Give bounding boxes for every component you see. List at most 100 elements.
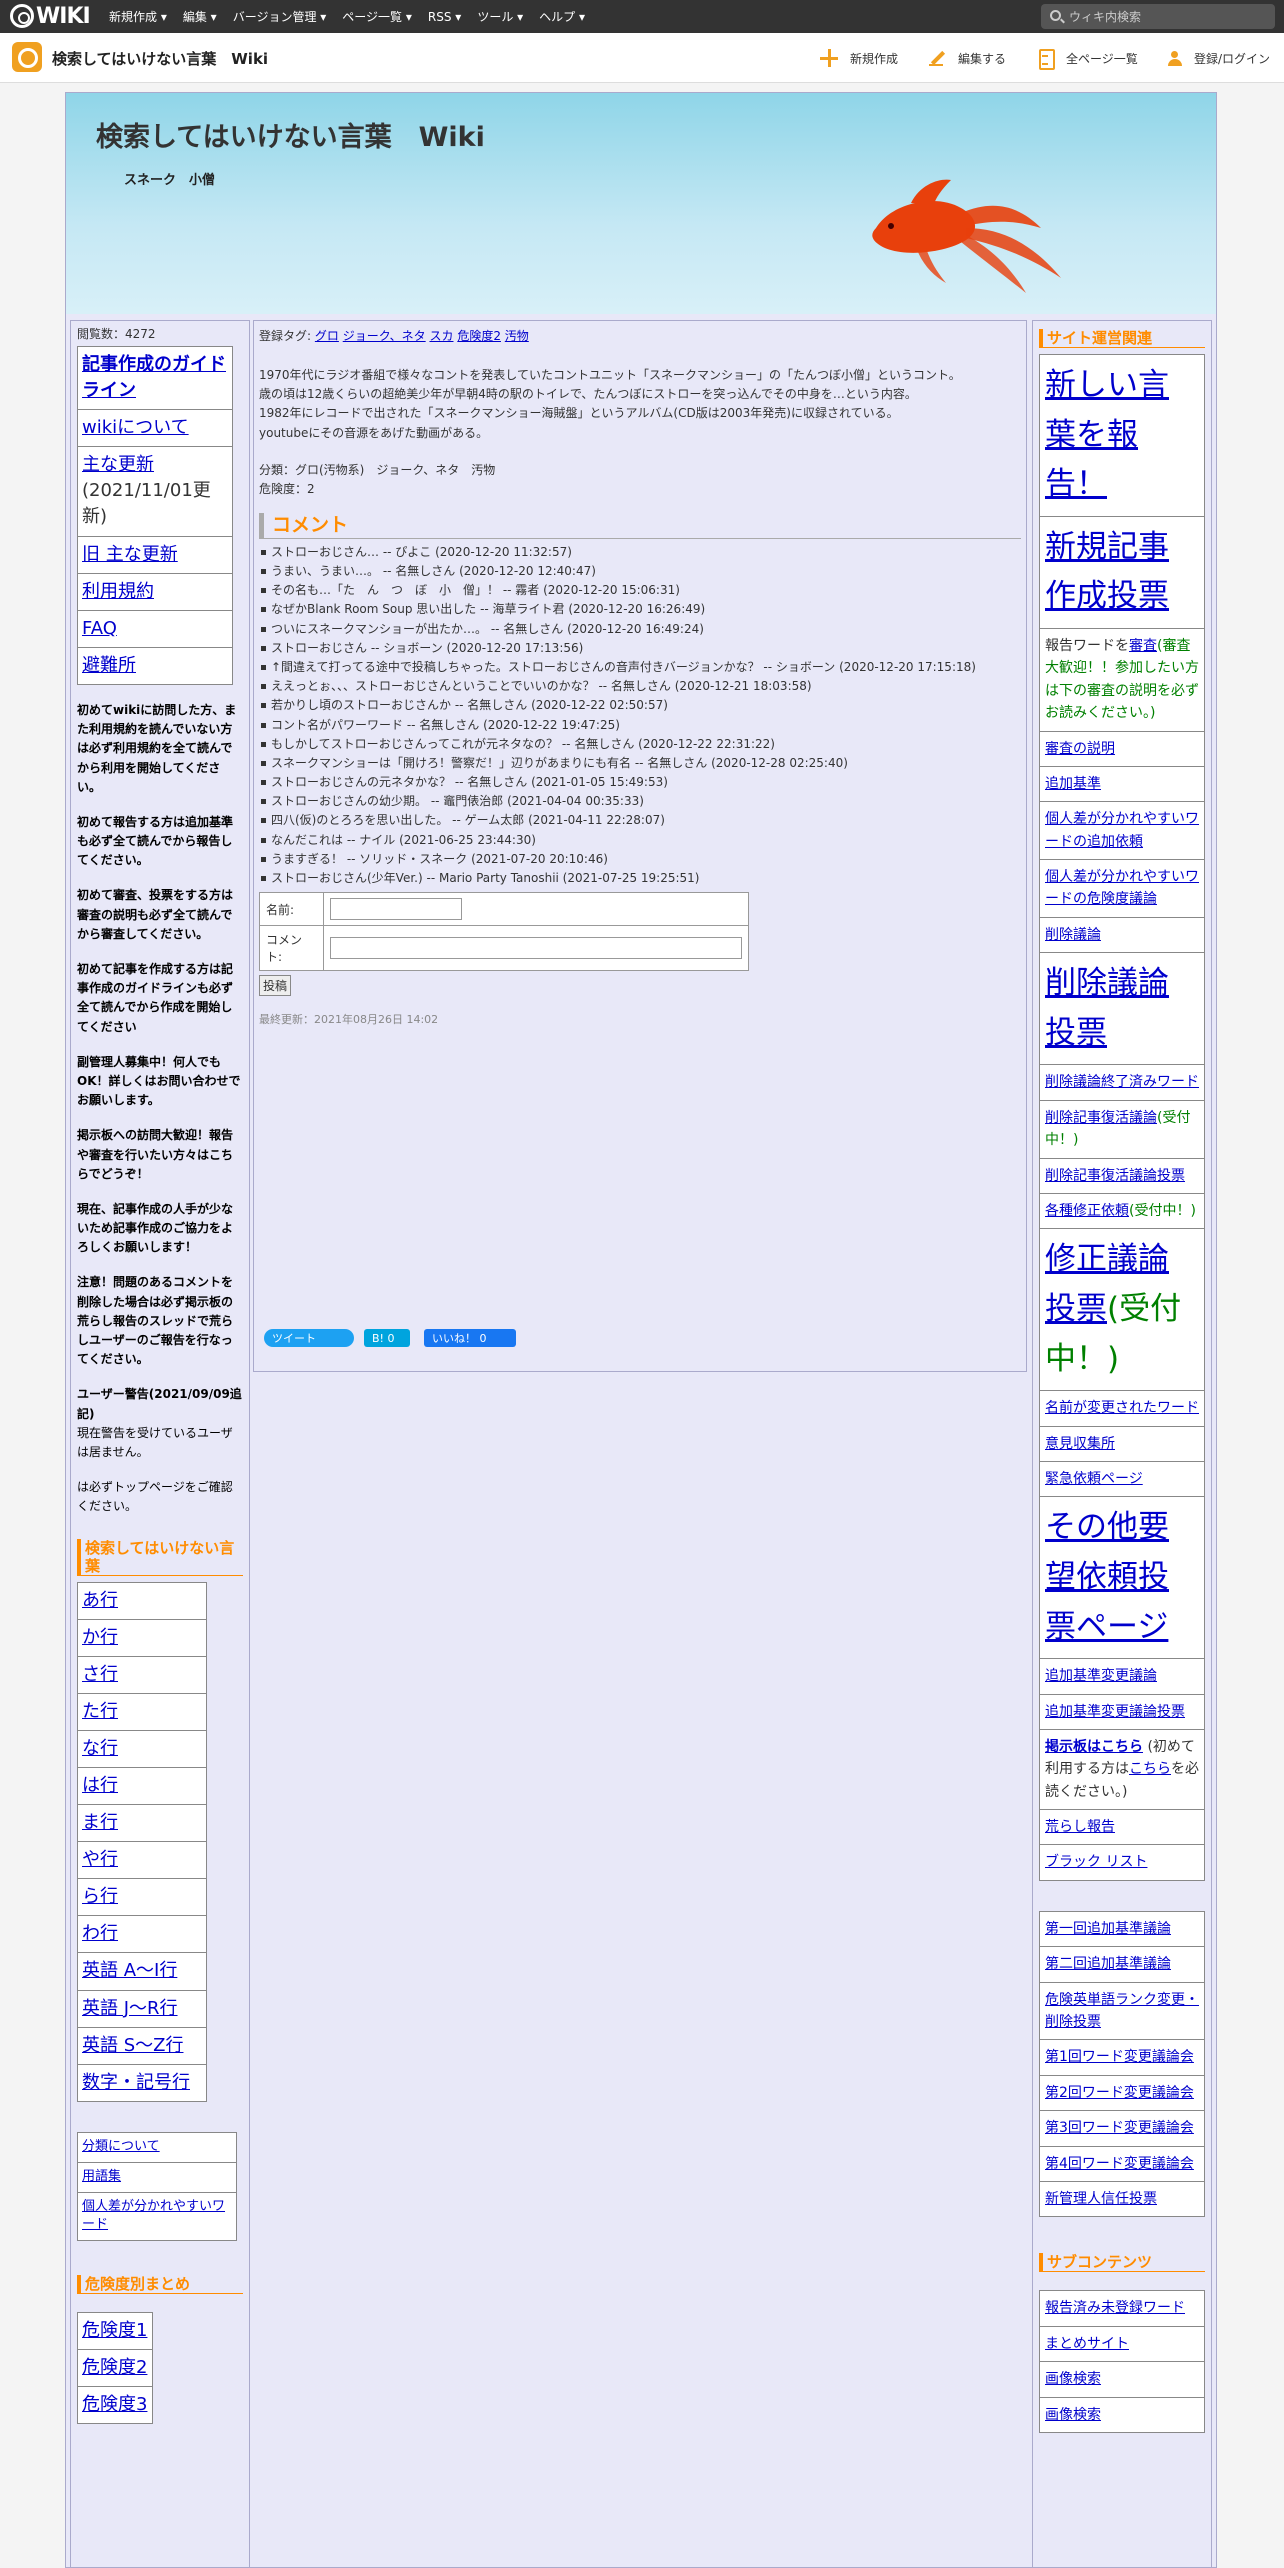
faq-link[interactable]: FAQ xyxy=(82,618,117,639)
word-change-2-link[interactable]: 第2回ワード変更議論会 xyxy=(1045,2085,1194,2101)
menu-rss[interactable]: RSS ▾ xyxy=(428,10,461,24)
post-button[interactable]: 投稿 xyxy=(259,975,292,997)
comment-heading: コメント xyxy=(259,513,1021,539)
edit-button[interactable]: 編集する xyxy=(928,49,1006,67)
terms-link[interactable]: 利用規約 xyxy=(82,581,154,602)
danger-3-link[interactable]: 危険度3 xyxy=(82,2394,147,2415)
left-sidebar: 閲覧数：4272 記事作成のガイドライン wikiについて 主な更新 (2021/… xyxy=(70,320,250,2568)
individual-add-link[interactable]: 個人差が分かれやすいワードの追加依頼 xyxy=(1045,811,1199,849)
category-text: 分類：グロ(汚物系) ジョーク、ネタ 汚物 xyxy=(259,462,496,477)
refuge-link[interactable]: 避難所 xyxy=(82,655,136,676)
wiki-name[interactable]: 検索してはいけない言葉 Wiki xyxy=(52,48,268,69)
word-change-1-link[interactable]: 第1回ワード変更議論会 xyxy=(1045,2049,1194,2065)
vandal-report-link[interactable]: 荒らし報告 xyxy=(1045,1819,1115,1835)
index-en-jr[interactable]: 英語 J〜R行 xyxy=(82,1998,178,2019)
comment-field[interactable] xyxy=(330,937,742,960)
login-button[interactable]: 登録/ログイン xyxy=(1164,49,1270,67)
summary-site-link[interactable]: まとめサイト xyxy=(1045,2336,1129,2352)
add-criteria-link[interactable]: 追加基準 xyxy=(1045,776,1101,792)
about-wiki-link[interactable]: wikiについて xyxy=(82,417,189,438)
individual-danger-link[interactable]: 個人差が分かれやすいワードの危険度議論 xyxy=(1045,869,1199,907)
opinion-link[interactable]: 意見収集所 xyxy=(1045,1436,1115,1452)
delete-vote-link[interactable]: 削除議論投票 xyxy=(1045,965,1169,1051)
admin-vote-link[interactable]: 新管理人信任投票 xyxy=(1045,2191,1157,2207)
hatena-button[interactable]: B! 0 xyxy=(364,1329,410,1347)
index-na[interactable]: な行 xyxy=(82,1738,118,1759)
bbs-link[interactable]: 掲示板はこちら xyxy=(1045,1739,1143,1755)
blacklist-link[interactable]: ブラック リスト xyxy=(1045,1854,1147,1870)
tag-gro[interactable]: グロ xyxy=(315,329,339,343)
name-field[interactable] xyxy=(330,898,462,921)
like-button[interactable]: いいね！ 0 xyxy=(424,1329,516,1347)
restore-discussion-link[interactable]: 削除記事復活議論 xyxy=(1045,1110,1157,1126)
index-num[interactable]: 数字・記号行 xyxy=(82,2072,190,2093)
login-label: 登録/ログイン xyxy=(1194,51,1271,66)
index-ta[interactable]: た行 xyxy=(82,1701,118,1722)
atwiki-logo[interactable]: WIKI xyxy=(10,4,91,29)
menu-pages[interactable]: ページ一覧 ▾ xyxy=(342,8,412,25)
report-word-text: 報告ワードを xyxy=(1045,637,1129,654)
top-menu: 新規作成 ▾ 編集 ▾ バージョン管理 ▾ ページ一覧 ▾ RSS ▾ ツール … xyxy=(109,0,601,33)
all-pages-label: 全ページ一覧 xyxy=(1066,51,1138,66)
image-search-link[interactable]: 画像検索 xyxy=(1045,2371,1101,2387)
word-change-4-link[interactable]: 第4回ワード変更議論会 xyxy=(1045,2156,1194,2172)
criteria-change-link[interactable]: 追加基準変更議論 xyxy=(1045,1668,1157,1684)
index-en-sz[interactable]: 英語 S〜Z行 xyxy=(82,2035,183,2056)
tag-filth[interactable]: 汚物 xyxy=(505,329,529,343)
social-buttons: ツイート B! 0 いいね！ 0 xyxy=(264,1329,516,1347)
criteria-change-vote-link[interactable]: 追加基準変更議論投票 xyxy=(1045,1704,1185,1720)
menu-version[interactable]: バージョン管理 ▾ xyxy=(233,8,327,25)
renamed-words-link[interactable]: 名前が変更されたワード xyxy=(1045,1400,1199,1416)
restore-vote-link[interactable]: 削除記事復活議論投票 xyxy=(1045,1168,1185,1184)
index-ma[interactable]: ま行 xyxy=(82,1812,118,1833)
other-request-link[interactable]: その他要望依頼投票ページ xyxy=(1045,1509,1169,1644)
menu-help[interactable]: ヘルプ ▾ xyxy=(539,8,585,25)
list-item: ストローおじさん(少年Ver.) -- Mario Party Tanoshii… xyxy=(259,869,1021,888)
menu-edit[interactable]: 編集 ▾ xyxy=(183,8,217,25)
first-criteria-link[interactable]: 第一回追加基準議論 xyxy=(1045,1921,1171,1937)
index-en-ai[interactable]: 英語 A〜I行 xyxy=(82,1960,177,1981)
index-a[interactable]: あ行 xyxy=(82,1590,118,1611)
main-updates-link[interactable]: 主な更新 xyxy=(82,454,154,475)
english-rank-link[interactable]: 危険英単語ランク変更・削除投票 xyxy=(1045,1992,1199,2030)
glossary-link[interactable]: 用語集 xyxy=(82,2169,121,2184)
tag-danger2[interactable]: 危険度2 xyxy=(457,329,501,343)
guideline-link[interactable]: 記事作成のガイドライン xyxy=(82,354,226,401)
danger-2-link[interactable]: 危険度2 xyxy=(82,2357,147,2378)
delete-finished-link[interactable]: 削除議論終了済みワード xyxy=(1045,1074,1199,1090)
tweet-button[interactable]: ツイート xyxy=(264,1329,354,1347)
report-new-word-link[interactable]: 新しい言葉を報告！ xyxy=(1045,367,1169,502)
list-item: ついにスネークマンショーが出たか…。 -- 名無しさん (2020-12-20 … xyxy=(259,620,1021,639)
menu-new[interactable]: 新規作成 ▾ xyxy=(109,8,167,25)
index-ra[interactable]: ら行 xyxy=(82,1886,118,1907)
review-guide-link[interactable]: 審査の説明 xyxy=(1045,741,1115,757)
image-search-link-2[interactable]: 画像検索 xyxy=(1045,2407,1101,2423)
index-ka[interactable]: か行 xyxy=(82,1627,118,1648)
site-title[interactable]: 検索してはいけない言葉 Wiki xyxy=(96,115,485,154)
new-article-vote-link[interactable]: 新規記事作成投票 xyxy=(1045,529,1169,615)
review-link[interactable]: 審査 xyxy=(1129,638,1157,654)
individual-words-link[interactable]: 個人差が分かれやすいワード xyxy=(82,2199,225,2233)
index-sa[interactable]: さ行 xyxy=(82,1664,118,1685)
menu-tools[interactable]: ツール ▾ xyxy=(477,8,523,25)
new-page-button[interactable]: 新規作成 xyxy=(820,49,898,67)
search-input[interactable]: ウィキ内検索 xyxy=(1041,4,1275,29)
danger-1-link[interactable]: 危険度1 xyxy=(82,2320,147,2341)
bbs-here-link[interactable]: こちら xyxy=(1129,1761,1171,1777)
tag-suka[interactable]: スカ xyxy=(429,329,453,343)
index-wa[interactable]: わ行 xyxy=(82,1923,118,1944)
index-ya[interactable]: や行 xyxy=(82,1849,118,1870)
urgent-link[interactable]: 緊急依頼ページ xyxy=(1045,1471,1143,1487)
delete-discussion-link[interactable]: 削除議論 xyxy=(1045,927,1101,943)
tag-joke[interactable]: ジョーク、ネタ xyxy=(343,329,426,343)
old-updates-link[interactable]: 旧 主な更新 xyxy=(82,544,178,565)
fix-request-link[interactable]: 各種修正依頼 xyxy=(1045,1203,1129,1219)
unregistered-words-link[interactable]: 報告済み未登録ワード xyxy=(1045,2300,1185,2316)
list-item: 四八(仮)のとろろを思い出した。 -- ゲーム太郎 (2021-04-11 22… xyxy=(259,811,1021,830)
notice-2: 初めて報告する方は追加基準も必ず全て読んでから報告してください。 xyxy=(77,814,234,868)
classification-link[interactable]: 分類について xyxy=(82,2139,160,2154)
word-change-3-link[interactable]: 第3回ワード変更議論会 xyxy=(1045,2120,1194,2136)
all-pages-button[interactable]: 全ページ一覧 xyxy=(1036,49,1138,70)
index-ha[interactable]: は行 xyxy=(82,1775,118,1796)
second-criteria-link[interactable]: 第二回追加基準議論 xyxy=(1045,1956,1171,1972)
